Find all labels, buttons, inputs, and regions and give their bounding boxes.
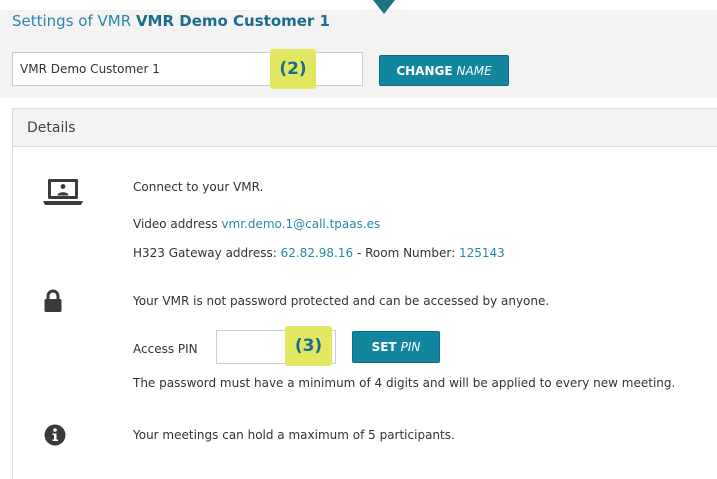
info-icon	[44, 424, 66, 446]
connect-text: Connect to your VMR.	[133, 180, 264, 194]
lock-icon	[44, 289, 62, 312]
video-address-label: Video address	[133, 217, 218, 231]
access-pin-label: Access PIN	[133, 342, 198, 356]
max-participants-text: Your meetings can hold a maximum of 5 pa…	[133, 428, 455, 442]
video-address-row: Video address vmr.demo.1@call.tpaas.es	[133, 217, 380, 231]
pointer-arrow-icon	[373, 0, 395, 14]
h323-label: H323 Gateway address:	[133, 246, 277, 260]
page-title-prefix: Settings of VMR	[12, 12, 132, 30]
details-header: Details	[13, 109, 717, 147]
set-pin-button-bold: SET	[371, 340, 397, 354]
details-title: Details	[27, 120, 76, 136]
no-password-text: Your VMR is not password protected and c…	[133, 294, 550, 308]
annotation-badge-3: (3)	[285, 326, 332, 366]
room-number-label: - Room Number:	[353, 246, 456, 260]
room-number: 125143	[458, 246, 505, 260]
set-pin-button[interactable]: SET PIN	[352, 331, 440, 363]
laptop-icon	[43, 179, 83, 205]
video-address-link[interactable]: vmr.demo.1@call.tpaas.es	[221, 217, 380, 231]
page-title-customer: VMR Demo Customer 1	[135, 12, 330, 30]
change-name-button-bold: CHANGE	[396, 63, 453, 78]
h323-row: H323 Gateway address: 62.82.98.16 - Room…	[133, 246, 505, 260]
h323-address: 62.82.98.16	[280, 246, 354, 260]
annotation-badge-2: (2)	[270, 49, 316, 89]
pin-rule-text: The password must have a minimum of 4 di…	[133, 376, 676, 390]
change-name-button[interactable]: CHANGE NAME	[379, 55, 509, 86]
set-pin-button-italic: PIN	[400, 340, 421, 354]
page-title: Settings of VMR VMR Demo Customer 1	[12, 12, 330, 30]
change-name-button-italic: NAME	[456, 63, 492, 78]
top-strip	[0, 0, 717, 10]
